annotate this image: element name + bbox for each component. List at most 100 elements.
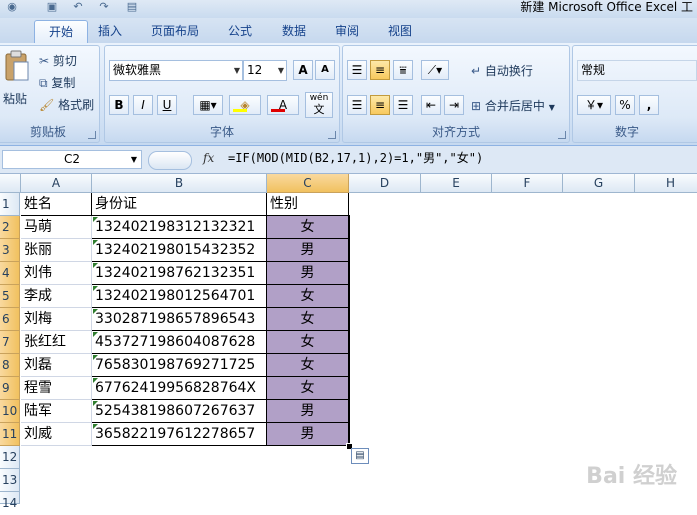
cell-id[interactable]: 765830198769271725	[92, 354, 267, 377]
tab-insert[interactable]: 插入	[90, 20, 130, 43]
cell-id[interactable]: 67762419956828764X	[92, 377, 267, 400]
cell-gender[interactable]: 女	[267, 377, 349, 400]
column-header-g[interactable]: G	[563, 174, 635, 193]
row-header[interactable]: 8	[0, 354, 20, 377]
cell-id[interactable]: 132402198015432352	[92, 239, 267, 262]
cell-gender[interactable]: 女	[267, 331, 349, 354]
cell-id[interactable]: 525438198607267637	[92, 400, 267, 423]
column-header-a[interactable]: A	[21, 174, 92, 193]
formula-splitter[interactable]	[148, 151, 192, 170]
row-header[interactable]: 7	[0, 331, 20, 354]
cut-button[interactable]: ✂ 剪切	[39, 52, 77, 69]
column-header-f[interactable]: F	[492, 174, 563, 193]
align-right-button[interactable]: ☰	[393, 95, 413, 115]
accounting-format-button[interactable]: ￥▾	[577, 95, 611, 115]
align-center-button[interactable]: ≡	[370, 95, 390, 115]
format-painter-button[interactable]: 🖌 格式刷	[39, 96, 94, 113]
fill-color-button[interactable]: ◈	[229, 95, 261, 115]
tab-home[interactable]: 开始	[34, 20, 88, 44]
undo-icon[interactable]: ↶	[70, 0, 86, 14]
tab-formulas[interactable]: 公式	[220, 20, 260, 43]
row-header[interactable]: 12	[0, 446, 20, 469]
cell-name[interactable]: 李成	[21, 285, 92, 308]
copy-button[interactable]: ⧉ 复制	[39, 74, 75, 91]
cell-gender[interactable]: 女	[267, 285, 349, 308]
align-top-button[interactable]: ☰	[347, 60, 367, 80]
row-header[interactable]: 2	[0, 216, 20, 239]
cell-gender[interactable]: 男	[267, 239, 349, 262]
font-launcher-icon[interactable]	[328, 131, 336, 139]
align-middle-button[interactable]: ≡	[370, 60, 390, 80]
cell-id[interactable]: 330287198657896543	[92, 308, 267, 331]
cell-id[interactable]: 453727198604087628	[92, 331, 267, 354]
decrease-indent-button[interactable]: ⇤	[421, 95, 441, 115]
cell-id[interactable]: 365822197612278657	[92, 423, 267, 446]
align-left-button[interactable]: ☰	[347, 95, 367, 115]
cell-name[interactable]: 刘威	[21, 423, 92, 446]
insert-function-icon[interactable]: fx	[203, 151, 214, 165]
column-header-b[interactable]: B	[92, 174, 267, 193]
cell-id[interactable]: 132402198762132351	[92, 262, 267, 285]
cell-id[interactable]: 132402198312132321	[92, 216, 267, 239]
increase-indent-button[interactable]: ⇥	[444, 95, 464, 115]
cell-gender[interactable]: 男	[267, 262, 349, 285]
column-header-d[interactable]: D	[349, 174, 421, 193]
percent-button[interactable]: %	[615, 95, 635, 115]
bold-button[interactable]: B	[109, 95, 129, 115]
select-all-corner[interactable]	[0, 174, 21, 193]
formula-input[interactable]: =IF(MOD(MID(B2,17,1),2)=1,"男","女")	[228, 150, 483, 169]
tab-review[interactable]: 审阅	[327, 20, 367, 43]
underline-button[interactable]: U	[157, 95, 177, 115]
row-header[interactable]: 13	[0, 469, 20, 492]
paste-button[interactable]	[3, 50, 33, 84]
column-header-h[interactable]: H	[635, 174, 697, 193]
merge-center-button[interactable]: ⊞ 合并后居中 ▼	[471, 97, 555, 114]
cell-name[interactable]: 张红红	[21, 331, 92, 354]
borders-button[interactable]: ▦▾	[193, 95, 223, 115]
row-header[interactable]: 14	[0, 492, 20, 510]
cell-c1[interactable]: 性别	[267, 193, 349, 216]
row-header[interactable]: 9	[0, 377, 20, 400]
cell-name[interactable]: 刘磊	[21, 354, 92, 377]
cell-name[interactable]: 程雪	[21, 377, 92, 400]
cell-name[interactable]: 马萌	[21, 216, 92, 239]
cell-b1[interactable]: 身份证	[92, 193, 267, 216]
font-size-select[interactable]: 12 ▼	[243, 60, 287, 81]
cell-gender[interactable]: 女	[267, 216, 349, 239]
cell-a1[interactable]: 姓名	[21, 193, 92, 216]
phonetic-button[interactable]: wén 文	[305, 92, 333, 118]
quick-print-icon[interactable]: ▤	[124, 0, 140, 14]
italic-button[interactable]: I	[133, 95, 153, 115]
comma-button[interactable]: ,	[639, 95, 659, 115]
cell-name[interactable]: 陆军	[21, 400, 92, 423]
redo-icon[interactable]: ↷	[96, 0, 112, 14]
cell-name[interactable]: 张丽	[21, 239, 92, 262]
tab-page-layout[interactable]: 页面布局	[140, 20, 210, 43]
office-button-icon[interactable]: ◉	[4, 0, 20, 14]
row-header[interactable]: 6	[0, 308, 20, 331]
save-icon[interactable]: ▣	[44, 0, 60, 14]
column-header-c[interactable]: C	[267, 174, 349, 193]
number-format-select[interactable]: 常规	[577, 60, 697, 81]
alignment-launcher-icon[interactable]	[558, 131, 566, 139]
cell-name[interactable]: 刘梅	[21, 308, 92, 331]
wrap-text-button[interactable]: ↵ 自动换行	[471, 62, 533, 79]
row-header[interactable]: 3	[0, 239, 20, 262]
grow-font-button[interactable]: A	[293, 60, 313, 80]
orientation-button[interactable]: ⟋▾	[421, 60, 449, 80]
column-header-e[interactable]: E	[421, 174, 492, 193]
align-bottom-button[interactable]: ⩸	[393, 60, 413, 80]
row-header[interactable]: 11	[0, 423, 20, 446]
cell-gender[interactable]: 女	[267, 354, 349, 377]
shrink-font-button[interactable]: A	[315, 60, 335, 80]
row-header[interactable]: 1	[0, 193, 20, 216]
cell-gender[interactable]: 男	[267, 400, 349, 423]
row-header[interactable]: 4	[0, 262, 20, 285]
cell-id[interactable]: 132402198012564701	[92, 285, 267, 308]
auto-fill-options-icon[interactable]: ▤	[351, 448, 369, 464]
tab-view[interactable]: 视图	[380, 20, 420, 43]
cell-gender[interactable]: 女	[267, 308, 349, 331]
font-color-button[interactable]: A	[267, 95, 299, 115]
tab-data[interactable]: 数据	[274, 20, 314, 43]
cell-name[interactable]: 刘伟	[21, 262, 92, 285]
